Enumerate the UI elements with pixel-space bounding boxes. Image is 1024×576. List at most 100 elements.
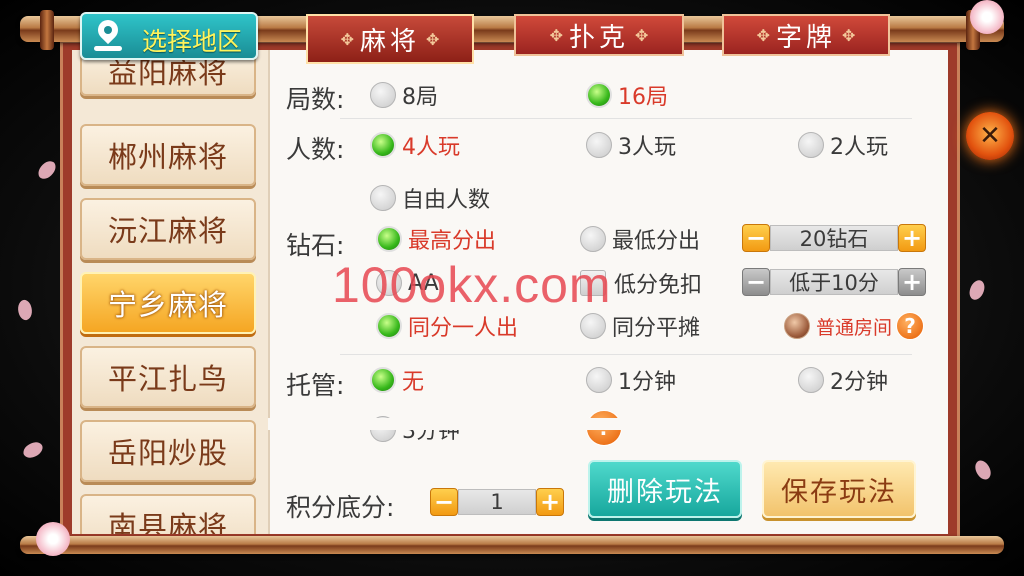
rounds-label: 局数: (286, 85, 345, 114)
option-text: 最高分出 (408, 229, 497, 254)
divider (340, 354, 912, 355)
radio-on-icon (370, 132, 396, 158)
location-pin-base (94, 46, 122, 51)
option-text: 低分免扣 (614, 273, 703, 298)
close-button[interactable]: ✕ (966, 112, 1014, 160)
low-score-value: 低于10分 (770, 269, 898, 295)
diamond-option-lowest[interactable]: 最低分出 (580, 224, 700, 254)
rod-cap (40, 10, 54, 50)
petal-decoration (15, 298, 35, 322)
tab-poker-label: 扑克 (568, 22, 629, 53)
game-list-item[interactable]: 平江扎鸟 (80, 346, 256, 408)
room-type-option[interactable]: 普通房间 ? (784, 311, 925, 341)
players-option-3[interactable]: 3人玩 (586, 130, 676, 160)
trustee-option-none[interactable]: 无 (370, 365, 424, 395)
game-list[interactable]: 益阳麻将 郴州麻将 沅江麻将 宁乡麻将 平江扎鸟 岳阳炒股 南县麻将 (72, 50, 270, 534)
players-option-free[interactable]: 自由人数 (370, 183, 490, 213)
game-list-item[interactable]: 沅江麻将 (80, 198, 256, 260)
game-room-config-screen: 益阳麻将 郴州麻将 沅江麻将 宁乡麻将 平江扎鸟 岳阳炒股 南县麻将 选择地区 … (0, 0, 1024, 576)
option-text: 1分钟 (618, 370, 676, 395)
tab-mahjong[interactable]: ✥ 麻将 ✥ (306, 14, 474, 64)
option-text: 无 (402, 370, 425, 395)
option-text: 8局 (402, 85, 438, 110)
radio-off-icon (798, 367, 824, 393)
trustee-label: 托管: (286, 371, 345, 400)
base-score-value: 1 (458, 489, 536, 515)
low-score-stepper[interactable]: − 低于10分 + (742, 268, 926, 296)
players-label: 人数: (286, 135, 345, 164)
minus-button[interactable]: − (742, 224, 770, 252)
game-list-item[interactable]: 岳阳炒股 (80, 420, 256, 482)
minus-button[interactable]: − (430, 488, 458, 516)
game-list-item-selected[interactable]: 宁乡麻将 (80, 272, 256, 334)
select-region-label: 选择地区 (142, 27, 243, 56)
rounds-option-16[interactable]: 16局 (586, 80, 668, 110)
plus-button[interactable]: + (898, 224, 926, 252)
diamond-option-tie-split[interactable]: 同分平摊 (580, 311, 700, 341)
flower-decoration (970, 0, 1004, 34)
select-region-button[interactable]: 选择地区 (80, 12, 258, 60)
radio-on-icon (370, 367, 396, 393)
option-text: 16局 (618, 85, 668, 110)
option-text: 2人玩 (830, 135, 888, 160)
plus-button[interactable]: + (898, 268, 926, 296)
option-text: 3人玩 (618, 135, 676, 160)
ornament-icon: ✥ (549, 25, 563, 45)
tab-poker[interactable]: ✥ 扑克 ✥ (514, 14, 684, 56)
option-text: 最低分出 (612, 229, 701, 254)
radio-on-icon (376, 313, 402, 339)
players-option-4[interactable]: 4人玩 (370, 130, 460, 160)
petal-decoration (968, 278, 986, 302)
game-list-item[interactable]: 郴州麻将 (80, 124, 256, 186)
petal-decoration (20, 438, 46, 462)
option-text: 2分钟 (830, 370, 888, 395)
base-score-stepper[interactable]: − 1 + (430, 488, 564, 516)
option-text: 普通房间 (816, 316, 893, 339)
radio-off-icon (370, 82, 396, 108)
option-text: 自由人数 (402, 188, 491, 213)
petal-decoration (35, 157, 59, 183)
location-pin-icon (93, 15, 123, 45)
watermark-text: 100okx.com (332, 257, 612, 313)
save-rule-button[interactable]: 保存玩法 (762, 460, 916, 518)
tab-mahjong-label: 麻将 (359, 26, 420, 57)
game-list-item[interactable]: 南县麻将 (80, 494, 256, 534)
scroll-clip (268, 418, 948, 430)
tab-zipai-label: 字牌 (775, 22, 836, 53)
option-text: 同分一人出 (408, 316, 519, 341)
option-text: 4人玩 (402, 135, 460, 160)
base-score-label: 积分底分: (286, 493, 395, 522)
radio-on-icon (376, 226, 402, 252)
minus-button[interactable]: − (742, 268, 770, 296)
radio-off-icon (798, 132, 824, 158)
diamond-option-highest[interactable]: 最高分出 (376, 224, 496, 254)
ornament-icon: ✥ (842, 25, 856, 45)
option-text: 同分平摊 (612, 316, 701, 341)
rounds-option-8[interactable]: 8局 (370, 80, 438, 110)
ornament-icon: ✥ (756, 25, 770, 45)
trustee-option-1min[interactable]: 1分钟 (586, 365, 676, 395)
ornament-icon: ✥ (340, 29, 354, 49)
radio-off-icon (580, 313, 606, 339)
diamond-option-tie-one[interactable]: 同分一人出 (376, 311, 518, 341)
ornament-icon: ✥ (635, 25, 649, 45)
tab-zipai[interactable]: ✥ 字牌 ✥ (722, 14, 890, 56)
flower-decoration (36, 522, 70, 556)
ornament-icon: ✥ (426, 29, 440, 49)
petal-decoration (971, 457, 995, 483)
diamond-cost-stepper[interactable]: − 20钻石 + (742, 224, 926, 252)
radio-off-icon (586, 367, 612, 393)
trustee-option-2min[interactable]: 2分钟 (798, 365, 888, 395)
help-icon[interactable]: ? (896, 312, 925, 340)
diamond-cost-value: 20钻石 (770, 225, 898, 251)
radio-off-icon (370, 185, 396, 211)
radio-on-icon (586, 82, 612, 108)
scroll-rod-bottom (20, 536, 1004, 554)
plus-button[interactable]: + (536, 488, 564, 516)
divider (340, 118, 912, 119)
radio-off-icon (580, 226, 606, 252)
players-option-2[interactable]: 2人玩 (798, 130, 888, 160)
radio-brown-icon (784, 313, 810, 339)
radio-off-icon (586, 132, 612, 158)
delete-rule-button[interactable]: 删除玩法 (588, 460, 742, 518)
